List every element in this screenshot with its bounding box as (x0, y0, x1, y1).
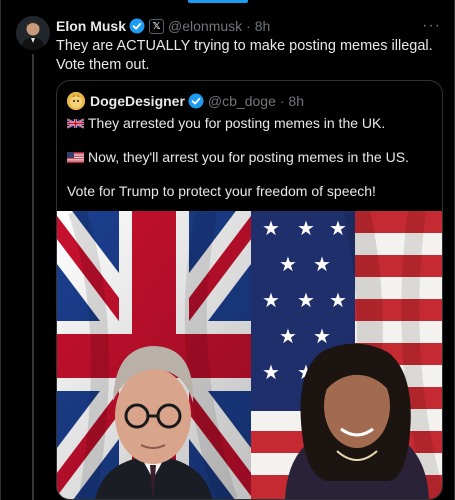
svg-text:★: ★ (313, 252, 331, 276)
svg-text:★: ★ (329, 216, 347, 240)
ellipsis-icon[interactable]: ··· (422, 17, 441, 35)
avatar[interactable] (16, 16, 50, 50)
svg-text:★: ★ (262, 216, 280, 240)
quote-text: They arrested you for posting memes in t… (66, 114, 435, 201)
verified-badge-icon (129, 18, 145, 34)
tweet-text: They are ACTUALLY trying to make posting… (56, 38, 433, 73)
tab-indicator (188, 0, 248, 3)
thread-line (32, 54, 34, 500)
verified-badge-icon (188, 93, 204, 109)
svg-text:★: ★ (279, 324, 297, 348)
svg-text:★: ★ (279, 252, 297, 276)
timestamp[interactable]: · 8h (246, 18, 270, 34)
quote-line-3: Vote for Trump to protect your freedom o… (67, 183, 376, 199)
svg-text:★: ★ (313, 324, 331, 348)
uk-flag-icon (66, 115, 85, 129)
quote-header: DogeDesigner @cb_doge · 8h (67, 92, 304, 110)
quote-line-1: They arrested you for posting memes in t… (88, 115, 386, 131)
svg-text:★: ★ (297, 216, 315, 240)
quote-timestamp[interactable]: · 8h (280, 93, 304, 109)
quote-media-image[interactable]: ★ ★ ★ ★ ★ ★ ★ ★ ★ ★ ★ ★ ★ (57, 211, 442, 499)
us-flag-icon (67, 149, 84, 163)
quote-avatar[interactable] (67, 92, 85, 110)
svg-text:★: ★ (262, 360, 280, 384)
svg-text:★: ★ (297, 288, 315, 312)
author-name[interactable]: Elon Musk (56, 18, 126, 34)
tweet-header: Elon Musk 𝕏 @elonmusk · 8h (56, 17, 270, 35)
quote-author-name[interactable]: DogeDesigner (90, 93, 185, 109)
svg-text:★: ★ (329, 288, 347, 312)
quoted-tweet[interactable]: DogeDesigner @cb_doge · 8h They arrested… (56, 80, 443, 500)
svg-text:★: ★ (262, 288, 280, 312)
author-handle[interactable]: @elonmusk (168, 18, 242, 34)
quote-line-2: Now, they'll arrest you for posting meme… (88, 149, 409, 165)
x-affiliate-icon: 𝕏 (149, 18, 165, 34)
quote-author-handle[interactable]: @cb_doge (208, 93, 276, 109)
